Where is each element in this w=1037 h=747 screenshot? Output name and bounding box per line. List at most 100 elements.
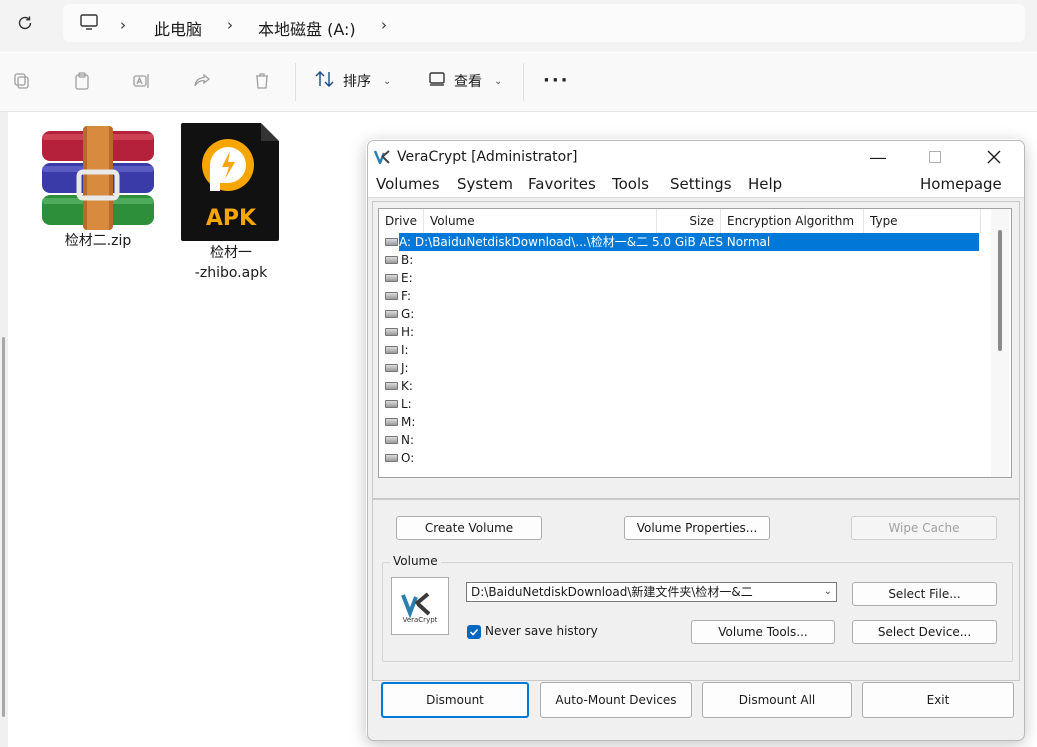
view-button[interactable]: 查看 ⌄ [428, 69, 502, 93]
never-save-history-label[interactable]: Never save history [485, 624, 598, 638]
drive-icon [385, 382, 398, 390]
drive-row[interactable]: F: [379, 287, 979, 305]
never-save-history-checkbox[interactable] [467, 625, 481, 639]
volume-path-combobox[interactable]: D:\BaiduNetdiskDownload\新建文件夹\检材一&二 ⌄ [466, 582, 837, 602]
drive-letter: G: [401, 307, 415, 321]
address-bar[interactable]: › 此电脑 › 本地磁盘 (A:) › [63, 4, 1025, 42]
file-name-line2: -zhibo.apk [194, 265, 268, 281]
window-title: VeraCrypt [Administrator] [397, 149, 578, 165]
drive-letter: N: [401, 433, 415, 447]
file-item-zip[interactable]: 检材二.zip [38, 126, 158, 251]
list-bottom-edge [379, 471, 991, 477]
veracrypt-logo-text: VeraCrypt [402, 616, 438, 624]
menu-help[interactable]: Help [748, 175, 782, 193]
drive-icon [385, 418, 398, 426]
breadcrumb-this-pc[interactable]: 此电脑 [154, 16, 202, 40]
drive-row[interactable]: O: [379, 449, 979, 467]
veracrypt-window: VeraCrypt [Administrator] ― Volumes Syst… [367, 140, 1025, 741]
volume-group [382, 562, 1013, 662]
drive-row-a[interactable]: A: D:\BaiduNetdiskDownload\...\检材一&二 5.0… [379, 233, 979, 251]
chevron-down-icon: ⌄ [494, 75, 503, 87]
chevron-down-icon[interactable]: ⌄ [824, 583, 832, 601]
minimize-button[interactable]: ― [855, 141, 901, 173]
view-icon [428, 71, 446, 91]
navigation-scrollbar[interactable] [0, 112, 8, 747]
drive-icon [385, 400, 398, 408]
drive-list[interactable]: Drive Volume Size Encryption Algorithm T… [378, 208, 1012, 478]
menu-bar: Volumes System Favorites Tools Settings … [368, 173, 1024, 198]
drive-row[interactable]: I: [379, 341, 979, 359]
exit-button[interactable]: Exit [862, 682, 1014, 718]
drive-icon [385, 292, 398, 300]
volume-properties-button[interactable]: Volume Properties... [624, 516, 770, 540]
volume-tools-button[interactable]: Volume Tools... [691, 620, 835, 644]
drive-letter: F: [401, 289, 412, 303]
more-options-button[interactable]: ··· [543, 70, 570, 91]
chevron-right-icon[interactable]: › [227, 16, 233, 34]
drive-list-scrollbar[interactable] [991, 209, 1009, 477]
volume-size: 5.0 GiB [651, 235, 696, 249]
column-header-size[interactable]: Size [657, 209, 721, 233]
rename-icon[interactable] [130, 69, 154, 93]
refresh-icon[interactable] [12, 10, 38, 36]
file-name: 检材二.zip [64, 233, 132, 249]
wipe-cache-button[interactable]: Wipe Cache [851, 516, 997, 540]
volume-path: D:\BaiduNetdiskDownload\...\检材一&二 [414, 235, 649, 249]
sort-icon [315, 70, 335, 92]
sort-button[interactable]: 排序 ⌄ [315, 69, 391, 93]
drive-row[interactable]: E: [379, 269, 979, 287]
dismount-button[interactable]: Dismount [381, 682, 529, 718]
chevron-right-icon[interactable]: › [381, 16, 387, 34]
volume-group-label: Volume [390, 554, 441, 568]
drive-row[interactable]: G: [379, 305, 979, 323]
drive-row[interactable]: K: [379, 377, 979, 395]
title-bar[interactable]: VeraCrypt [Administrator] ― [368, 141, 1024, 173]
column-header-volume[interactable]: Volume [424, 209, 657, 233]
scrollbar-thumb[interactable] [2, 337, 5, 717]
drive-letter: H: [401, 325, 415, 339]
column-header-encryption[interactable]: Encryption Algorithm [721, 209, 864, 233]
menu-settings[interactable]: Settings [670, 175, 732, 193]
breadcrumb-local-disk[interactable]: 本地磁盘 (A:) [258, 16, 356, 40]
drive-row[interactable]: L: [379, 395, 979, 413]
toolbar-divider [295, 63, 296, 101]
drive-icon [385, 436, 398, 444]
share-icon[interactable] [190, 69, 214, 93]
select-device-button[interactable]: Select Device... [852, 620, 997, 644]
menu-system[interactable]: System [457, 175, 513, 193]
volume-path-value: D:\BaiduNetdiskDownload\新建文件夹\检材一&二 [471, 585, 753, 599]
file-name-line1: 检材一 [210, 245, 252, 261]
volume-type: Normal [726, 235, 771, 249]
copy-icon[interactable] [10, 69, 34, 93]
drive-letter: O: [401, 451, 415, 465]
menu-homepage[interactable]: Homepage [920, 175, 1002, 193]
drive-letter: E: [401, 271, 413, 285]
chevron-down-icon: ⌄ [383, 75, 392, 87]
paste-icon[interactable] [70, 69, 94, 93]
file-item-apk[interactable]: APK 检材一 -zhibo.apk [176, 121, 286, 283]
create-volume-button[interactable]: Create Volume [396, 516, 542, 540]
menu-favorites[interactable]: Favorites [528, 175, 596, 193]
veracrypt-logo-icon [373, 149, 390, 167]
select-file-button[interactable]: Select File... [852, 582, 997, 606]
command-bar: 排序 ⌄ 查看 ⌄ [0, 53, 1037, 112]
drive-row[interactable]: H: [379, 323, 979, 341]
drive-row[interactable]: J: [379, 359, 979, 377]
drive-icon [385, 310, 398, 318]
scrollbar-thumb[interactable] [998, 230, 1002, 351]
menu-volumes[interactable]: Volumes [376, 175, 440, 193]
drive-icon [385, 274, 398, 282]
column-header-type[interactable]: Type [864, 209, 981, 233]
drive-row[interactable]: M: [379, 413, 979, 431]
close-button[interactable] [971, 141, 1017, 173]
drive-icon [385, 256, 398, 264]
column-header-drive[interactable]: Drive [379, 209, 424, 233]
view-label: 查看 [454, 74, 482, 90]
drive-row[interactable]: B: [379, 251, 979, 269]
drive-row[interactable]: N: [379, 431, 979, 449]
volume-algorithm: AES [699, 235, 723, 249]
auto-mount-devices-button[interactable]: Auto-Mount Devices [540, 682, 692, 718]
delete-icon[interactable] [250, 69, 274, 93]
dismount-all-button[interactable]: Dismount All [702, 682, 852, 718]
menu-tools[interactable]: Tools [612, 175, 649, 193]
